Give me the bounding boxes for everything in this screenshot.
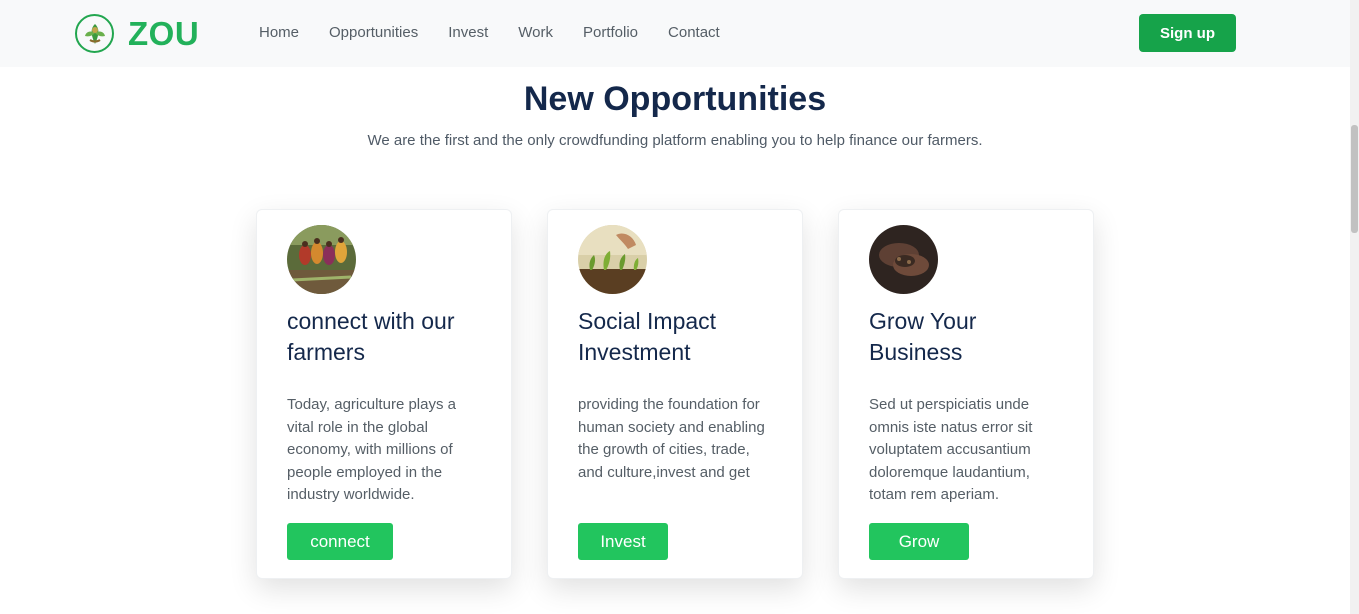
invest-button[interactable]: Invest [578, 523, 668, 560]
connect-button[interactable]: connect [287, 523, 393, 560]
nav-links: Home Opportunities Invest Work Portfolio… [259, 24, 750, 41]
card-title: Grow Your Business [869, 308, 977, 365]
section-subtitle: We are the first and the only crowdfundi… [367, 132, 983, 149]
nav-link-work[interactable]: Work [518, 24, 553, 41]
opportunity-card-connect: connect with our farmers Today, agricult… [256, 209, 512, 579]
card-text: Sed ut perspiciatis unde omnis iste natu… [869, 396, 1033, 504]
hands-holding-soil-photo [869, 225, 938, 294]
farmer-leaf-logo-icon [75, 14, 114, 53]
card-text: Today, agriculture plays a vital role in… [287, 396, 456, 504]
nav-link-opportunities[interactable]: Opportunities [329, 24, 418, 41]
opportunity-card-grow: Grow Your Business Sed ut perspiciatis u… [838, 209, 1094, 579]
nav-link-portfolio[interactable]: Portfolio [583, 24, 638, 41]
section-title: New Opportunities [523, 80, 827, 118]
farmers-working-field-photo [287, 225, 356, 294]
card-title: Social Impact Investment [578, 308, 717, 365]
brand-name: ZOU [128, 14, 200, 52]
hand-planting-seedlings-photo [578, 225, 647, 294]
nav-link-invest[interactable]: Invest [448, 24, 488, 41]
scrollbar-thumb[interactable] [1351, 125, 1358, 233]
navbar: ZOU Home Opportunities Invest Work Portf… [0, 0, 1350, 67]
nav-link-contact[interactable]: Contact [668, 24, 720, 41]
card-text: providing the foundation for human socie… [578, 396, 765, 481]
card-title: connect with our farmers [287, 308, 455, 365]
page-scrollbar[interactable] [1350, 0, 1359, 614]
signup-button[interactable]: Sign up [1139, 14, 1236, 52]
opportunity-card-invest: Social Impact Investment providing the f… [547, 209, 803, 579]
brand-logo[interactable]: ZOU [75, 14, 199, 53]
nav-link-home[interactable]: Home [259, 24, 299, 41]
grow-button[interactable]: Grow [869, 523, 969, 560]
